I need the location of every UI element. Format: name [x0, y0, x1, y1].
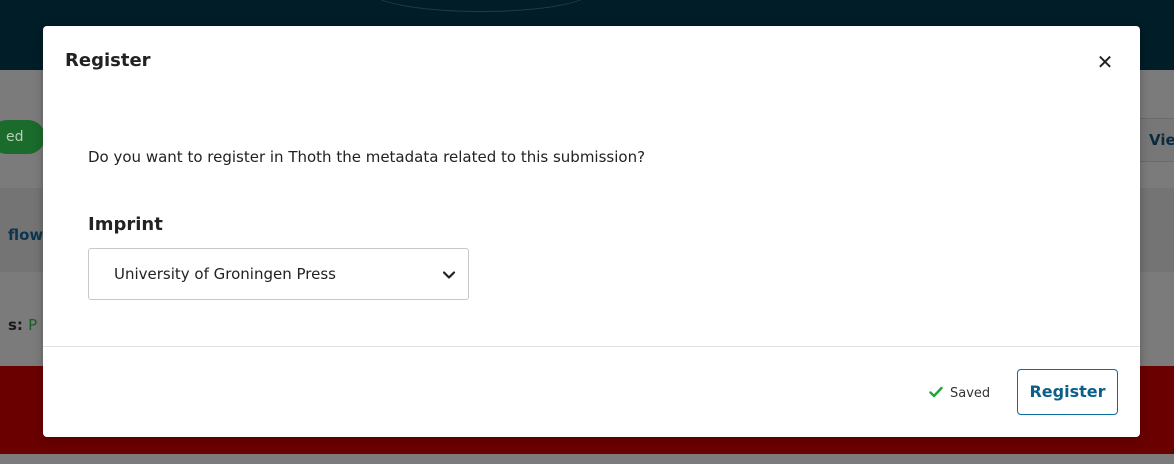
saved-indicator: Saved: [929, 386, 990, 401]
close-icon[interactable]: ✕: [1093, 50, 1117, 74]
modal-footer-divider: [43, 346, 1140, 347]
register-button[interactable]: Register: [1017, 369, 1118, 415]
modal-title: Register: [65, 50, 151, 71]
imprint-select[interactable]: University of Groningen Press: [88, 248, 469, 300]
status-label: s:: [8, 316, 23, 334]
header-decoration: [370, 0, 592, 12]
status-badge: ed: [0, 120, 45, 154]
submission-status: s: P: [8, 316, 37, 334]
imprint-selected-value: University of Groningen Press: [114, 265, 336, 283]
check-icon: [929, 386, 943, 398]
status-value: P: [28, 316, 38, 334]
background-bottom: [0, 454, 1174, 464]
saved-text: Saved: [950, 386, 991, 401]
register-question: Do you want to register in Thoth the met…: [88, 148, 646, 166]
register-modal: Register ✕ Do you want to register in Th…: [43, 26, 1140, 437]
imprint-label: Imprint: [88, 214, 163, 235]
workflow-tab: flow: [8, 226, 44, 244]
chevron-down-icon: [442, 271, 456, 279]
